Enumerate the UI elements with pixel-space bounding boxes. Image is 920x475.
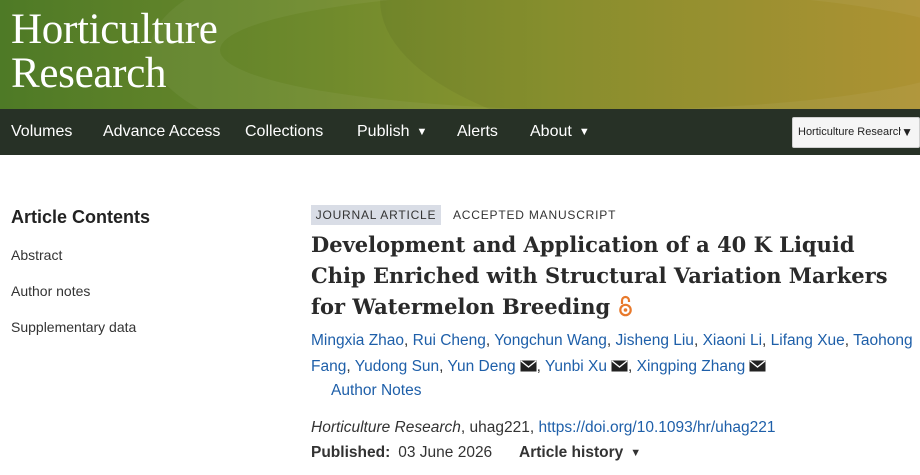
banner-decoration — [150, 0, 920, 109]
author-separator: , — [404, 332, 413, 349]
author-notes-link[interactable]: Author Notes — [331, 379, 421, 403]
nav-item-advance-access[interactable]: Advance Access — [103, 109, 220, 155]
journal-banner: Horticulture Research — [0, 0, 920, 109]
author-separator: , — [606, 332, 616, 349]
article-title: Development and Application of a 40 K Li… — [311, 229, 911, 325]
citation-article-id: , uhag221, — [460, 419, 539, 436]
author-separator: , — [693, 332, 703, 349]
select-arrow-icon: ▼ — [901, 125, 913, 139]
author-separator: , — [346, 358, 355, 375]
email-icon[interactable] — [611, 355, 628, 381]
article-title-text: Development and Application of a 40 K Li… — [311, 232, 888, 319]
author-link[interactable]: Yunbi Xu — [545, 358, 607, 375]
author-link[interactable]: Lifang Xue — [771, 332, 845, 349]
journal-title-line1: Horticulture — [11, 6, 218, 53]
nav-item-about[interactable]: About ▼ — [530, 109, 590, 155]
author-link[interactable]: Yudong Sun — [355, 358, 439, 375]
nav-item-alerts[interactable]: Alerts — [457, 109, 498, 155]
sidebar-link-abstract[interactable]: Abstract — [11, 247, 62, 263]
email-icon[interactable] — [749, 355, 766, 381]
journal-logo-link[interactable]: Horticulture Research — [11, 8, 218, 96]
article-history-label: Article history — [519, 444, 624, 461]
published-label: Published: — [311, 444, 391, 461]
open-access-icon — [618, 294, 633, 325]
article-status-badge: ACCEPTED MANUSCRIPT — [453, 208, 617, 222]
nav-label: About — [530, 123, 572, 140]
author-separator: , — [439, 358, 448, 375]
author-link[interactable]: Jisheng Liu — [616, 332, 694, 349]
caret-down-icon: ▼ — [630, 447, 642, 459]
sidebar-link-supplementary-data[interactable]: Supplementary data — [11, 319, 136, 335]
main-navbar: Volumes Advance Access Collections Publi… — [0, 109, 920, 155]
nav-item-volumes[interactable]: Volumes — [11, 109, 72, 155]
nav-item-publish[interactable]: Publish ▼ — [357, 109, 427, 155]
caret-down-icon: ▼ — [578, 126, 590, 138]
author-link[interactable]: Yun Deng — [448, 358, 516, 375]
author-separator: , — [536, 358, 545, 375]
sidebar-link-author-notes[interactable]: Author notes — [11, 283, 90, 299]
journal-title-line2: Research — [11, 50, 167, 97]
caret-down-icon: ▼ — [416, 126, 428, 138]
nav-item-collections[interactable]: Collections — [245, 109, 323, 155]
published-line: Published: 03 June 2026 — [311, 441, 492, 465]
author-separator: , — [628, 358, 637, 375]
nav-label: Collections — [245, 123, 324, 140]
author-link[interactable]: Rui Cheng — [413, 332, 486, 349]
email-icon[interactable] — [520, 355, 537, 381]
nav-label: Publish — [357, 123, 410, 140]
author-list: Mingxia Zhao, Rui Cheng, Yongchun Wang, … — [311, 328, 916, 381]
journal-select[interactable]: Horticulture Research ▼ — [792, 117, 920, 148]
citation-journal: Horticulture Research — [311, 419, 461, 436]
article-type-badge: JOURNAL ARTICLE — [311, 205, 441, 225]
sidebar-title: Article Contents — [11, 207, 151, 227]
published-date: 03 June 2026 — [398, 444, 493, 461]
author-link[interactable]: Mingxia Zhao — [311, 332, 404, 349]
author-separator: , — [485, 332, 495, 349]
citation-line: Horticulture Research, uhag221, https://… — [311, 416, 775, 440]
author-link[interactable]: Xiaoni Li — [703, 332, 762, 349]
nav-label: Advance Access — [103, 123, 221, 140]
author-link[interactable]: Yongchun Wang — [494, 332, 607, 349]
nav-label: Alerts — [457, 123, 498, 140]
nav-label: Volumes — [11, 123, 73, 140]
journal-select-value: Horticulture Research — [798, 126, 901, 138]
doi-link[interactable]: https://doi.org/10.1093/hr/uhag221 — [538, 419, 775, 436]
article-history-toggle[interactable]: Article history ▼ — [519, 441, 641, 465]
author-separator: , — [844, 332, 854, 349]
author-separator: , — [762, 332, 771, 349]
author-link[interactable]: Xingping Zhang — [637, 358, 746, 375]
